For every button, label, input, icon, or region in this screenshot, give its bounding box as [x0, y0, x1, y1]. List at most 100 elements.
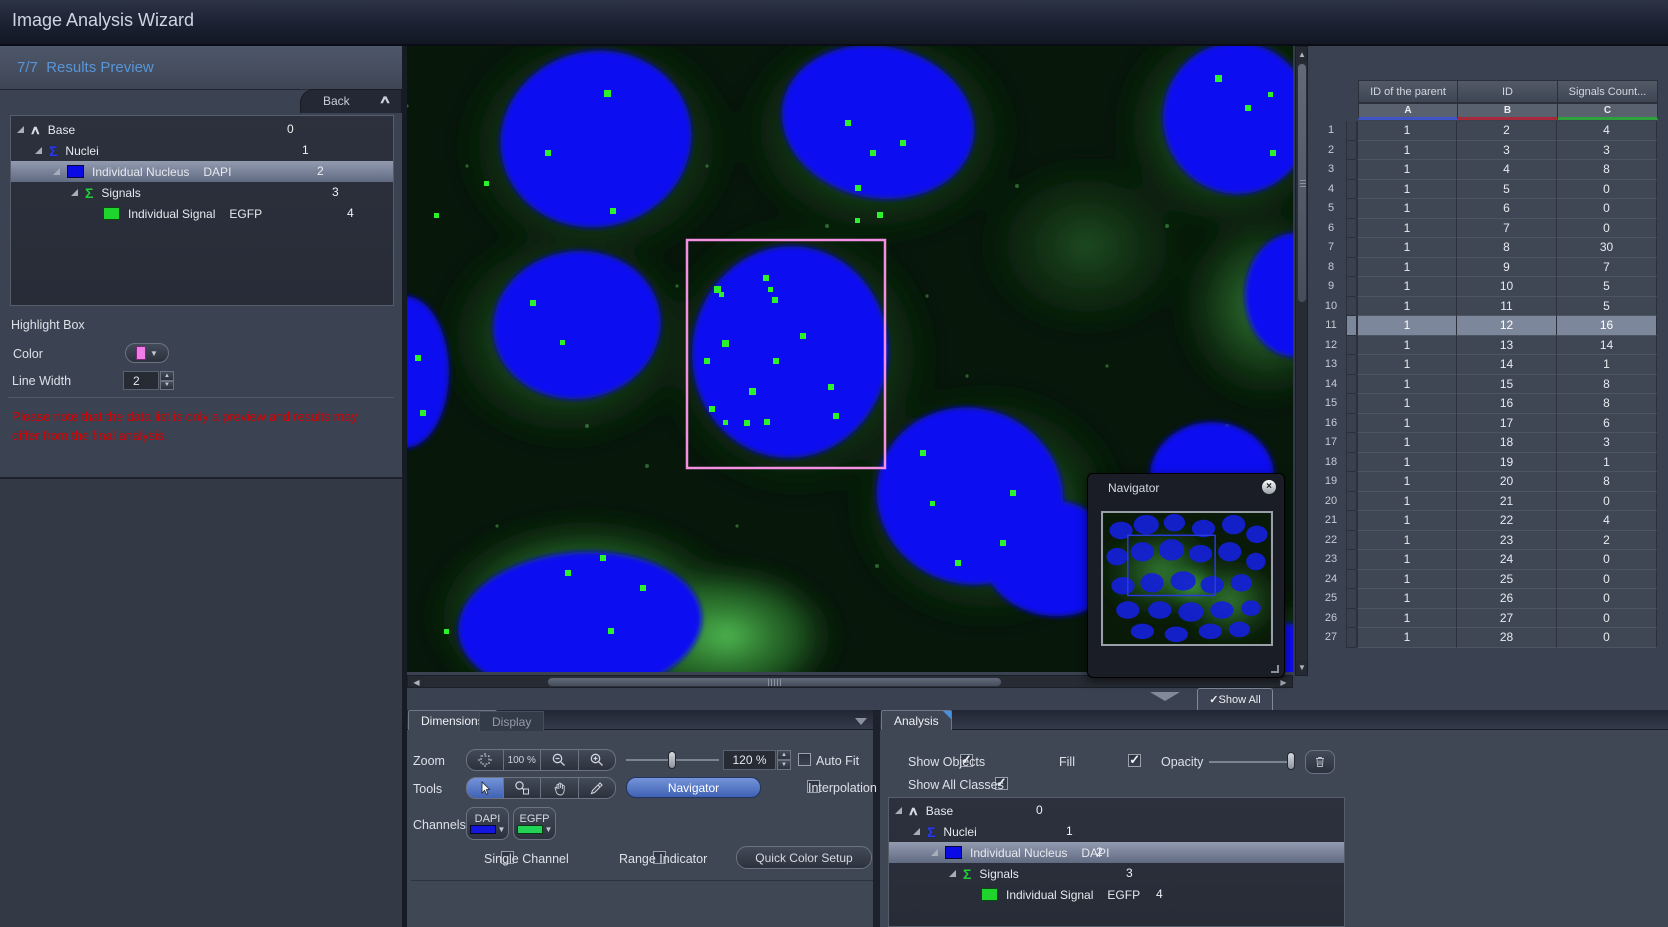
table-row[interactable]: 211224	[1316, 511, 1657, 531]
class-tree-row[interactable]: ΣSignals3	[11, 182, 393, 203]
expander-icon[interactable]	[913, 828, 920, 835]
table-row[interactable]: 171183	[1316, 433, 1657, 453]
line-width-label: Line Width	[12, 374, 71, 388]
opacity-slider[interactable]	[1209, 761, 1295, 763]
viewer-v-scrollbar[interactable]: ▲ ▼	[1295, 46, 1308, 676]
stepper-up-icon[interactable]: ▲	[160, 371, 174, 381]
table-row[interactable]: 71830	[1316, 238, 1657, 258]
class-tree-row[interactable]: Individual NucleusDAPI2	[889, 842, 1344, 863]
column-header[interactable]: ID of the parent	[1358, 80, 1458, 103]
table-row[interactable]: 1211314	[1316, 336, 1657, 356]
class-tree-row[interactable]: Individual SignalEGFP4	[889, 884, 1344, 905]
cursor-tool-button[interactable]	[466, 777, 504, 799]
zoom-region-tool-button[interactable]	[504, 777, 542, 799]
table-row[interactable]: 201210	[1316, 492, 1657, 512]
table-row[interactable]: 131141	[1316, 355, 1657, 375]
fill-checkbox[interactable]	[1128, 754, 1141, 767]
expander-icon[interactable]	[949, 870, 956, 877]
class-tree-row[interactable]: ΣSignals3	[889, 863, 1344, 884]
chevron-down-icon[interactable]	[855, 718, 867, 725]
show-all-tab[interactable]: ✓Show All	[1197, 688, 1273, 710]
class-tree-row[interactable]: ΣNuclei1	[889, 821, 1344, 842]
table-row[interactable]: 181191	[1316, 453, 1657, 473]
h-scroll-thumb[interactable]	[547, 677, 1002, 687]
tab-analysis[interactable]: Analysis	[881, 710, 952, 730]
table-row[interactable]: 271280	[1316, 628, 1657, 648]
class-tree-row[interactable]: ΣNuclei1	[11, 140, 393, 161]
expander-icon[interactable]	[895, 807, 902, 814]
zoom-in-button[interactable]	[579, 749, 617, 771]
expander-icon[interactable]	[17, 126, 24, 133]
scroll-right-icon[interactable]: ▶	[1276, 677, 1291, 687]
auto-fit-checkbox[interactable]	[798, 753, 811, 766]
column-letter[interactable]: A	[1358, 103, 1458, 120]
column-header[interactable]: ID	[1458, 80, 1558, 103]
table-row[interactable]: 6170	[1316, 219, 1657, 239]
tab-display[interactable]: Display	[479, 711, 544, 731]
table-row[interactable]: 191208	[1316, 472, 1657, 492]
table-row[interactable]: 141158	[1316, 375, 1657, 395]
table-row[interactable]: 151168	[1316, 394, 1657, 414]
column-header[interactable]: Signals Count...	[1558, 80, 1658, 103]
resize-grip[interactable]	[1271, 665, 1279, 673]
scroll-down-icon[interactable]: ▼	[1297, 661, 1307, 674]
table-row[interactable]: 8197	[1316, 258, 1657, 278]
pipette-tool-button[interactable]	[579, 777, 617, 799]
channel-egfp-button[interactable]: EGFP ▼	[513, 807, 556, 840]
zoom-100-button[interactable]: 100 %	[504, 749, 542, 771]
table-row[interactable]: 221232	[1316, 531, 1657, 551]
table-row[interactable]: 231240	[1316, 550, 1657, 570]
line-width-input[interactable]: 2	[123, 371, 159, 390]
class-tree-row[interactable]: ∧Base0	[11, 119, 393, 140]
scroll-up-icon[interactable]: ▲	[1297, 48, 1307, 61]
column-letter[interactable]: C	[1558, 103, 1658, 120]
chevron-down-icon[interactable]: ▼	[498, 825, 506, 834]
scroll-left-icon[interactable]: ◀	[409, 677, 424, 687]
zoom-fit-button[interactable]	[466, 749, 504, 771]
expander-icon[interactable]	[71, 189, 78, 196]
navigator-button[interactable]: Navigator	[626, 777, 761, 798]
opacity-slider-handle[interactable]	[1287, 752, 1295, 770]
expander-icon[interactable]	[931, 849, 938, 856]
table-row[interactable]: 5160	[1316, 199, 1657, 219]
pan-tool-button[interactable]	[541, 777, 579, 799]
navigator-window[interactable]: Navigator ×	[1087, 473, 1285, 678]
table-row[interactable]: 4150	[1316, 180, 1657, 200]
zoom-value-input[interactable]: 120 %	[723, 750, 776, 770]
table-row[interactable]: 101115	[1316, 297, 1657, 317]
collapse-panel-icon[interactable]	[1150, 692, 1180, 701]
zoom-stepper[interactable]: ▲▼	[777, 750, 791, 770]
table-row[interactable]: 1111216	[1316, 316, 1657, 336]
table-row[interactable]: 161176	[1316, 414, 1657, 434]
class-label: Individual Nucleus	[92, 165, 189, 179]
chevron-down-icon[interactable]: ▼	[545, 825, 553, 834]
close-icon[interactable]: ×	[1262, 480, 1276, 494]
table-row[interactable]: 2133	[1316, 141, 1657, 161]
table-row[interactable]: 241250	[1316, 570, 1657, 590]
expander-icon[interactable]	[53, 168, 60, 175]
table-row[interactable]: 91105	[1316, 277, 1657, 297]
step-title: Results Preview	[46, 59, 154, 76]
table-row[interactable]: 1124	[1316, 121, 1657, 141]
zoom-slider-handle[interactable]	[668, 751, 676, 769]
column-letter[interactable]: B	[1458, 103, 1558, 120]
table-row[interactable]: 3148	[1316, 160, 1657, 180]
class-tree-row[interactable]: ∧Base0	[889, 800, 1344, 821]
class-tree-row[interactable]: Individual NucleusDAPI2	[11, 161, 393, 182]
table-row[interactable]: 251260	[1316, 589, 1657, 609]
v-scroll-thumb[interactable]	[1297, 63, 1307, 303]
expander-icon[interactable]	[35, 147, 42, 154]
zoom-out-button[interactable]	[541, 749, 579, 771]
class-label: Individual Nucleus	[970, 846, 1067, 860]
delete-objects-button[interactable]	[1305, 750, 1335, 774]
stepper-down-icon[interactable]: ▼	[160, 381, 174, 391]
navigator-thumbnail[interactable]	[1101, 511, 1273, 646]
quick-color-setup-button[interactable]: Quick Color Setup	[736, 846, 872, 869]
line-width-stepper[interactable]: ▲ ▼	[160, 371, 174, 390]
channel-dapi-button[interactable]: DAPI ▼	[466, 807, 509, 840]
table-row[interactable]: 261270	[1316, 609, 1657, 629]
highlight-color-dropdown[interactable]: ▼	[125, 343, 169, 363]
chevron-up-icon[interactable]: ∧	[379, 93, 392, 106]
class-tree-row[interactable]: Individual SignalEGFP4	[11, 203, 393, 224]
back-button[interactable]: Back ∧	[300, 89, 402, 113]
